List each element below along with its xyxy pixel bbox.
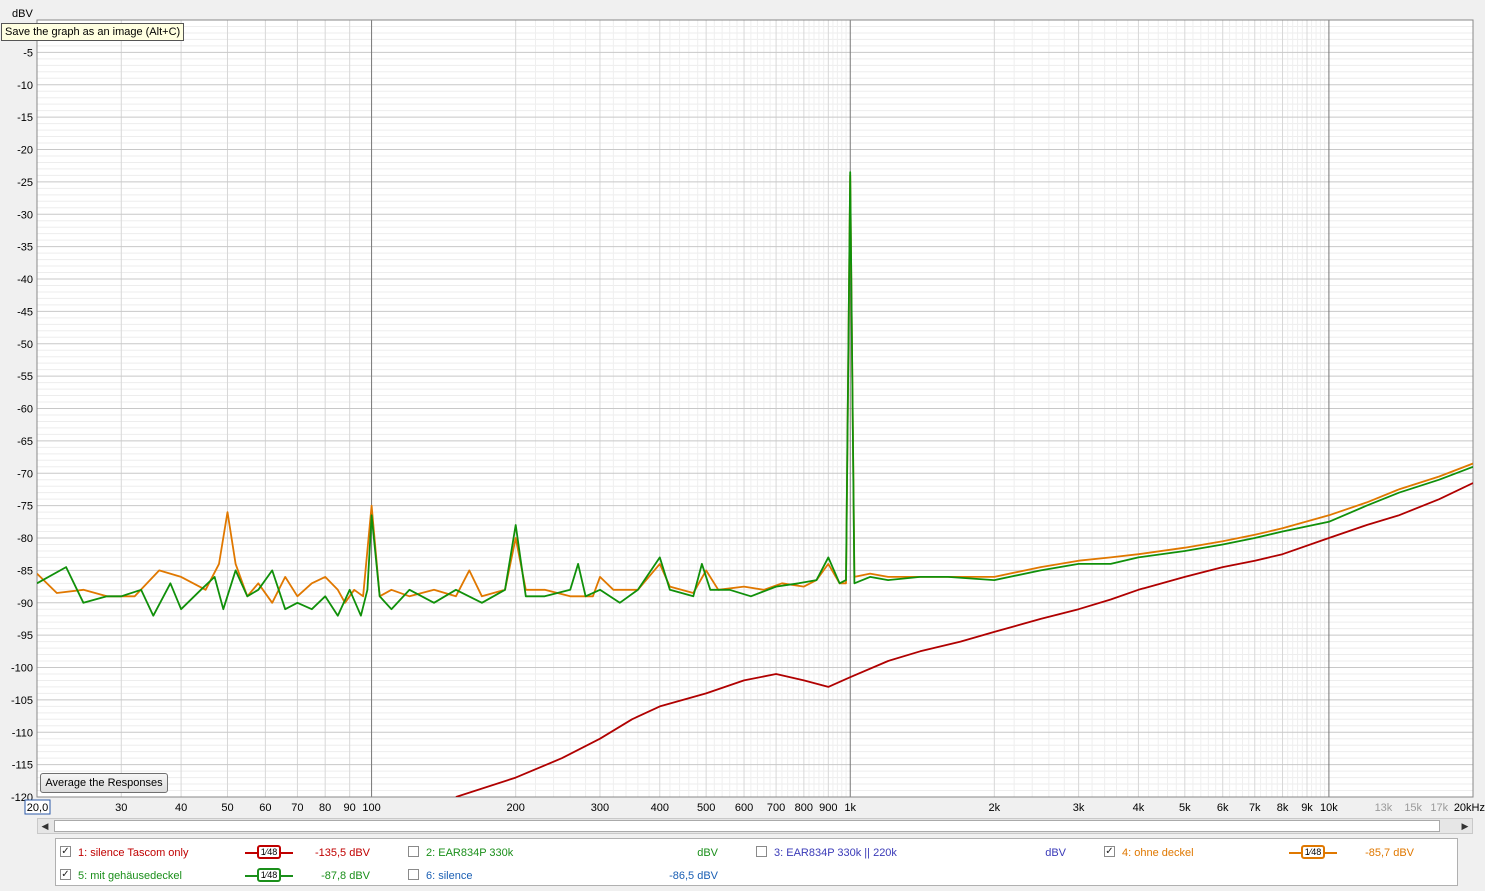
entry-5-checkbox[interactable]: ✓ bbox=[60, 869, 71, 880]
x-tick-label: 50 bbox=[221, 802, 233, 814]
legend-entry-3[interactable]: 3: EAR834P 330k || 220k dBV bbox=[756, 842, 1086, 864]
x-tick-label: 4k bbox=[1133, 802, 1145, 814]
y-tick-label: -5 bbox=[23, 47, 33, 59]
y-tick-label: -15 bbox=[17, 112, 33, 124]
y-tick-label: -100 bbox=[11, 663, 33, 675]
x-tick-label: 80 bbox=[319, 802, 331, 814]
y-tick-label: -105 bbox=[11, 695, 33, 707]
y-tick-label: -55 bbox=[17, 371, 33, 383]
legend-entry-1[interactable]: ✓ 1: silence Tascom only 1⁄48 -135,5 dBV bbox=[60, 842, 390, 864]
entry-2-value: dBV bbox=[697, 847, 718, 859]
y-tick-label: -90 bbox=[17, 598, 33, 610]
entry-1-checkbox[interactable]: ✓ bbox=[60, 846, 71, 857]
entry-1-smoothing[interactable]: 1⁄48 bbox=[245, 844, 293, 862]
x-tick-label: 20kHz bbox=[1454, 802, 1485, 814]
entry-3-value: dBV bbox=[1045, 847, 1066, 859]
x-tick-label: 8k bbox=[1277, 802, 1289, 814]
x-tick-label: 30 bbox=[115, 802, 127, 814]
x-tick-label: 7k bbox=[1249, 802, 1261, 814]
legend-entry-6[interactable]: 6: silence -86,5 dBV bbox=[408, 865, 738, 887]
entry-6-name: 6: silence bbox=[426, 870, 473, 882]
y-tick-label: -50 bbox=[17, 339, 33, 351]
x-tick-label: 6k bbox=[1217, 802, 1229, 814]
entry-5-name: 5: mit gehäusedeckel bbox=[78, 870, 182, 882]
x-tick-label: 5k bbox=[1179, 802, 1191, 814]
x-tick-label: 9k bbox=[1301, 802, 1313, 814]
y-tick-label: -75 bbox=[17, 501, 33, 513]
entry-5-value: -87,8 dBV bbox=[321, 870, 370, 882]
legend-row-2: ✓ 5: mit gehäusedeckel 1⁄48 -87,8 dBV 6:… bbox=[56, 865, 1457, 887]
entry-4-smoothing-label[interactable]: 1⁄48 bbox=[1301, 845, 1325, 859]
y-tick-label: -65 bbox=[17, 436, 33, 448]
x-tick-label: 900 bbox=[819, 802, 837, 814]
x-tick-label: 3k bbox=[1073, 802, 1085, 814]
x-tick-label: 500 bbox=[697, 802, 715, 814]
x-tick-label: 600 bbox=[735, 802, 753, 814]
entry-1-name: 1: silence Tascom only bbox=[78, 847, 189, 859]
spectrum-chart: -5 -10 -15 -20 -25 -30 -35 -40 -45 -50 -55 -60 -65 -7… bbox=[11, 8, 1485, 815]
y-tick-label: -70 bbox=[17, 468, 33, 480]
x-tick-label: 200 bbox=[506, 802, 524, 814]
x-tick-label: 1k bbox=[844, 802, 856, 814]
average-responses-button[interactable]: Average the Responses bbox=[40, 773, 168, 793]
y-axis-label: dBV bbox=[12, 8, 33, 20]
y-tick-label: -30 bbox=[17, 209, 33, 221]
entry-4-checkbox[interactable]: ✓ bbox=[1104, 846, 1115, 857]
entry-2-name: 2: EAR834P 330k bbox=[426, 847, 514, 859]
entry-3-checkbox[interactable] bbox=[756, 846, 767, 857]
rew-graph-window: -5 -10 -15 -20 -25 -30 -35 -40 -45 -50 -55 -60 -65 -7… bbox=[0, 0, 1485, 891]
measurement-legend-panel: ✓ 1: silence Tascom only 1⁄48 -135,5 dBV… bbox=[55, 838, 1458, 886]
x-tick-label: 300 bbox=[591, 802, 609, 814]
entry-2-checkbox[interactable] bbox=[408, 846, 419, 857]
entry-5-smoothing[interactable]: 1⁄48 bbox=[245, 867, 293, 885]
x-tick-label: 10k bbox=[1320, 802, 1338, 814]
scroll-left-arrow-icon[interactable]: ◀ bbox=[38, 819, 52, 833]
horizontal-scrollbar[interactable]: ◀ ▶ bbox=[37, 818, 1473, 834]
x-tick-label: 40 bbox=[175, 802, 187, 814]
x-tick-label: 70 bbox=[291, 802, 303, 814]
y-tick-label: -85 bbox=[17, 565, 33, 577]
y-tick-label: -45 bbox=[17, 306, 33, 318]
x-tick-label: 17k bbox=[1430, 802, 1448, 814]
x-tick-label: 60 bbox=[259, 802, 271, 814]
entry-6-checkbox[interactable] bbox=[408, 869, 419, 880]
x-tick-label: 15k bbox=[1404, 802, 1422, 814]
x-tick-label: 400 bbox=[651, 802, 669, 814]
x-tick-label: 90 bbox=[344, 802, 356, 814]
y-tick-label: -95 bbox=[17, 630, 33, 642]
x-tick-label: 800 bbox=[795, 802, 813, 814]
legend-entry-2[interactable]: 2: EAR834P 330k dBV bbox=[408, 842, 738, 864]
y-tick-label: -40 bbox=[17, 274, 33, 286]
y-tick-label: -80 bbox=[17, 533, 33, 545]
y-tick-label: -60 bbox=[17, 404, 33, 416]
entry-4-smoothing[interactable]: 1⁄48 bbox=[1289, 844, 1337, 862]
entry-3-name: 3: EAR834P 330k || 220k bbox=[774, 847, 897, 859]
entry-4-name: 4: ohne deckel bbox=[1122, 847, 1194, 859]
entry-6-value: -86,5 dBV bbox=[669, 870, 718, 882]
legend-row-1: ✓ 1: silence Tascom only 1⁄48 -135,5 dBV… bbox=[56, 842, 1457, 864]
scroll-thumb[interactable] bbox=[54, 820, 1440, 832]
x-tick-label: 100 bbox=[362, 802, 380, 814]
x-tick-label: 700 bbox=[767, 802, 785, 814]
entry-1-value: -135,5 dBV bbox=[314, 847, 370, 859]
entry-4-value: -85,7 dBV bbox=[1365, 847, 1414, 859]
y-tick-label: -35 bbox=[17, 242, 33, 254]
scroll-right-arrow-icon[interactable]: ▶ bbox=[1458, 819, 1472, 833]
save-graph-tooltip: Save the graph as an image (Alt+C) bbox=[1, 23, 185, 41]
y-tick-label: -25 bbox=[17, 177, 33, 189]
y-tick-label: -110 bbox=[12, 727, 33, 739]
y-tick-label: -10 bbox=[17, 80, 33, 92]
legend-entry-5[interactable]: ✓ 5: mit gehäusedeckel 1⁄48 -87,8 dBV bbox=[60, 865, 390, 887]
y-tick-label: -115 bbox=[12, 760, 33, 772]
legend-entry-4[interactable]: ✓ 4: ohne deckel 1⁄48 -85,7 dBV bbox=[1104, 842, 1434, 864]
x-tick-label: 2k bbox=[989, 802, 1001, 814]
entry-5-smoothing-label[interactable]: 1⁄48 bbox=[257, 868, 281, 882]
x-tick-label: 13k bbox=[1375, 802, 1393, 814]
x-start-label[interactable]: 20,0 bbox=[27, 802, 48, 814]
y-tick-label: -20 bbox=[17, 145, 33, 157]
entry-1-smoothing-label[interactable]: 1⁄48 bbox=[257, 845, 281, 859]
